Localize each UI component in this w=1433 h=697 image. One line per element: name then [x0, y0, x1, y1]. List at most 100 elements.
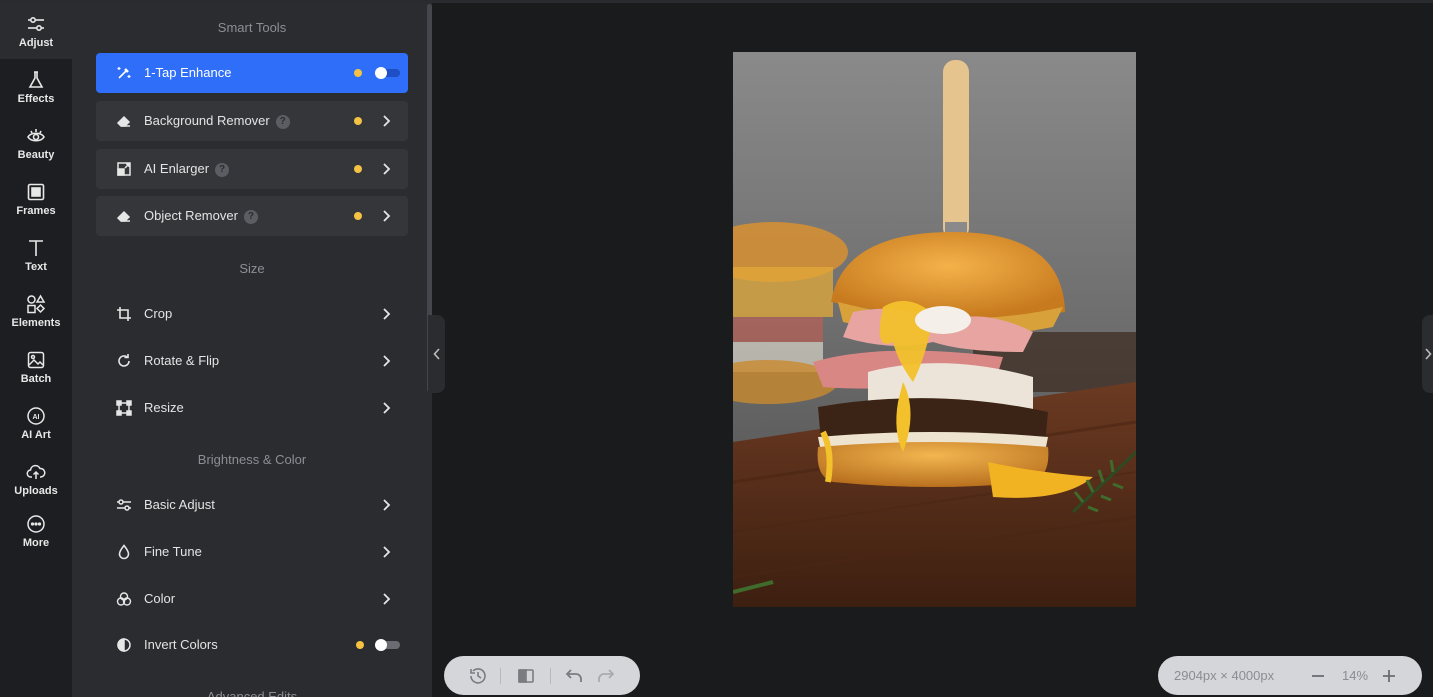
tool-crop[interactable]: Crop	[96, 294, 408, 334]
crop-icon	[117, 307, 131, 321]
tool-ai-enlarger[interactable]: AI Enlarger?	[96, 149, 408, 189]
droplet-icon	[118, 544, 130, 560]
tool-invert-colors[interactable]: Invert Colors	[96, 625, 408, 665]
svg-text:AI: AI	[33, 414, 40, 421]
rail-label-batch: Batch	[20, 372, 52, 385]
text-icon	[29, 239, 43, 256]
more-icon	[27, 514, 45, 533]
sliders-icon	[28, 16, 44, 31]
tool-fine-tune[interactable]: Fine Tune	[96, 532, 408, 572]
help-icon[interactable]: ?	[275, 115, 290, 129]
section-title-size: Size	[239, 261, 265, 276]
chevron-right-icon	[383, 355, 391, 367]
tool-label: Resize	[144, 400, 184, 415]
help-icon[interactable]: ?	[215, 163, 230, 177]
history-toolbar	[444, 656, 640, 695]
rail-label-adjust: Adjust	[18, 36, 54, 49]
collapse-panel-button[interactable]	[428, 315, 445, 393]
rail-item-effects[interactable]: Effects	[0, 59, 72, 115]
tools-panel: Smart Tools 1-Tap Enhance Background Rem…	[72, 3, 432, 697]
tool-label: AI Enlarger?	[144, 161, 230, 177]
undo-icon[interactable]	[564, 666, 584, 686]
chevron-right-icon	[383, 163, 391, 175]
canvas-image[interactable]	[733, 52, 1136, 607]
compare-icon[interactable]	[516, 666, 536, 686]
tool-label: Invert Colors	[144, 637, 218, 652]
rail-item-text[interactable]: Text	[0, 227, 72, 283]
toolbar-divider	[500, 668, 501, 684]
tool-label: Fine Tune	[144, 544, 202, 559]
enlarge-icon	[117, 162, 131, 176]
chevron-left-icon	[432, 348, 440, 360]
premium-dot	[354, 117, 362, 125]
tool-rotate-flip[interactable]: Rotate & Flip	[96, 341, 408, 381]
enhance-toggle[interactable]	[375, 67, 400, 79]
eraser-icon	[116, 210, 131, 222]
rail-item-elements[interactable]: Elements	[0, 283, 72, 339]
tool-basic-adjust[interactable]: Basic Adjust	[96, 485, 408, 525]
frame-icon	[27, 183, 45, 200]
tool-label-text: Background Remover	[144, 113, 270, 128]
history-icon[interactable]	[468, 666, 488, 686]
tool-rail: Adjust Effects Beauty Frames Text Elemen…	[0, 3, 72, 697]
tool-object-remover[interactable]: Object Remover?	[96, 196, 408, 236]
premium-dot	[354, 165, 362, 173]
chevron-right-icon	[383, 499, 391, 511]
rail-item-ai-art[interactable]: AI AI Art	[0, 395, 72, 451]
rail-item-frames[interactable]: Frames	[0, 171, 72, 227]
rail-item-uploads[interactable]: Uploads	[0, 451, 72, 507]
tool-label: Background Remover?	[144, 113, 290, 129]
tool-label: Color	[144, 591, 176, 606]
shapes-icon	[27, 294, 46, 313]
invert-icon	[117, 638, 131, 652]
rotate-icon	[118, 354, 130, 367]
ai-icon: AI	[27, 406, 45, 425]
tool-label-text: AI Enlarger	[144, 161, 210, 176]
zoom-level[interactable]: 14%	[1342, 668, 1368, 683]
tool-label: Crop	[144, 306, 173, 321]
tool-label: Basic Adjust	[144, 497, 215, 512]
chevron-right-icon	[383, 115, 391, 127]
section-title-brightness-color: Brightness & Color	[197, 452, 307, 467]
tool-color[interactable]: Color	[96, 579, 408, 619]
tool-label: Rotate & Flip	[144, 353, 220, 368]
section-title-advanced-edits: Advanced Edits	[206, 689, 298, 697]
sliders-icon	[117, 499, 131, 511]
color-circles-icon	[116, 592, 132, 606]
tool-background-remover[interactable]: Background Remover?	[96, 101, 408, 141]
chevron-right-icon	[383, 546, 391, 558]
chevron-right-icon	[1424, 348, 1432, 360]
rail-item-beauty[interactable]: Beauty	[0, 115, 72, 171]
tool-resize[interactable]: Resize	[96, 388, 408, 428]
rail-label-uploads: Uploads	[14, 484, 58, 497]
toggle-knob	[375, 67, 387, 79]
eraser-icon	[116, 115, 131, 127]
rail-label-frames: Frames	[16, 204, 56, 217]
help-icon[interactable]: ?	[243, 210, 258, 224]
rail-label-beauty: Beauty	[17, 148, 55, 161]
expand-right-panel-button[interactable]	[1422, 315, 1433, 393]
eye-icon	[27, 128, 45, 142]
toggle-knob	[375, 639, 387, 651]
rail-label-ai-art: AI Art	[21, 428, 51, 441]
tool-label: Object Remover?	[144, 208, 258, 224]
flask-icon	[28, 70, 44, 88]
rail-item-batch[interactable]: Batch	[0, 339, 72, 395]
rail-label-more: More	[22, 536, 50, 549]
premium-dot	[356, 641, 364, 649]
tool-label: 1-Tap Enhance	[144, 65, 232, 80]
rail-label-elements: Elements	[11, 316, 61, 329]
resize-icon	[116, 400, 132, 416]
tool-1-tap-enhance[interactable]: 1-Tap Enhance	[96, 53, 408, 93]
zoom-in-icon[interactable]	[1379, 666, 1399, 686]
redo-icon[interactable]	[596, 666, 616, 686]
tool-label-text: Object Remover	[144, 208, 238, 223]
rail-label-effects: Effects	[17, 92, 55, 105]
invert-toggle[interactable]	[375, 639, 400, 651]
rail-item-adjust[interactable]: Adjust	[0, 3, 72, 59]
image-dimensions: 2904px × 4000px	[1174, 668, 1275, 683]
rail-item-more[interactable]: More	[0, 503, 72, 559]
chevron-right-icon	[383, 593, 391, 605]
chevron-right-icon	[383, 210, 391, 222]
zoom-out-icon[interactable]	[1308, 666, 1328, 686]
